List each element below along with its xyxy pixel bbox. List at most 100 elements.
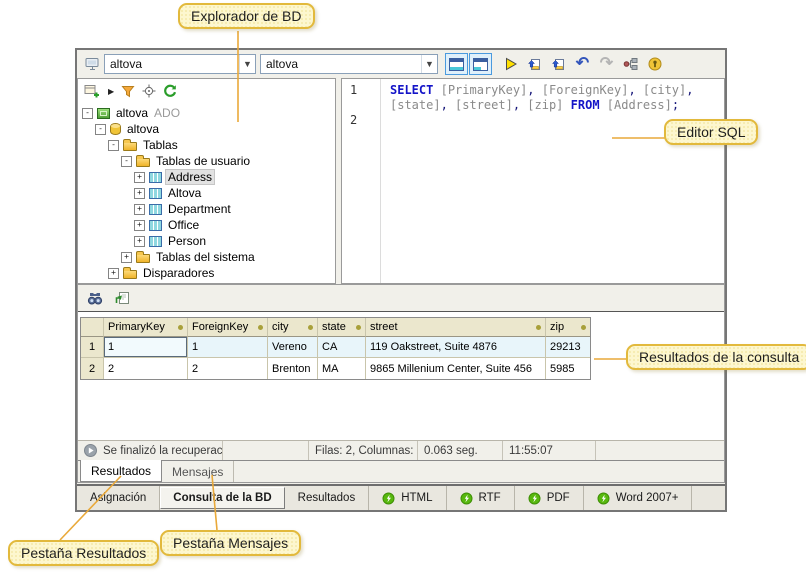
line-number: 1 xyxy=(350,83,358,97)
status-rows-cols: Filas: 2, Columnas: 6 xyxy=(309,441,418,460)
tree-item-label: altova xyxy=(116,106,149,120)
tree-expander-icon[interactable]: - xyxy=(121,155,132,167)
status-filler xyxy=(596,441,724,460)
preview-icon xyxy=(460,492,473,505)
combo-arrow-icon[interactable]: ▼ xyxy=(239,55,255,73)
grid-cell[interactable]: 119 Oakstreet, Suite 4876 xyxy=(366,337,546,358)
grid-cell[interactable]: CA xyxy=(318,337,366,358)
column-header-label: street xyxy=(370,321,398,333)
column-header-primarykey[interactable]: PrimaryKey xyxy=(104,318,188,337)
row-number[interactable]: 1 xyxy=(81,337,104,358)
tree-item-person[interactable]: + Person xyxy=(78,233,335,249)
tree-item-altova[interactable]: - altova xyxy=(78,121,335,137)
tree-expander-icon[interactable]: + xyxy=(121,251,132,263)
callout-pestana-mensajes: Pestaña Mensajes xyxy=(160,530,302,556)
tree-item-tablas-de-usuario[interactable]: - Tablas de usuario xyxy=(78,153,335,169)
tab-word-2007[interactable]: Word 2007+ xyxy=(584,486,693,510)
tab-html[interactable]: HTML xyxy=(369,486,447,510)
grid-cell[interactable]: Brenton xyxy=(268,358,318,379)
table-icon xyxy=(149,171,162,183)
redo-button[interactable]: ↷ xyxy=(595,53,618,75)
layout-toggle-2-button[interactable] xyxy=(469,53,492,75)
tab-rtf[interactable]: RTF xyxy=(447,486,515,510)
tree-expander-icon[interactable]: + xyxy=(134,203,145,215)
grid-corner-cell xyxy=(81,318,104,337)
column-menu-dot-icon[interactable] xyxy=(308,324,313,330)
more-arrow-icon[interactable]: ▶ xyxy=(108,87,114,96)
tree-item-office[interactable]: + Office xyxy=(78,217,335,233)
column-menu-dot-icon[interactable] xyxy=(356,324,361,330)
tree-item-disparadores[interactable]: + Disparadores xyxy=(78,265,335,281)
database-combobox[interactable]: altova ▼ xyxy=(260,54,438,74)
sql-editor-pane[interactable]: 1 SELECT [PrimaryKey], [ForeignKey], [ci… xyxy=(341,78,725,284)
commit-button[interactable] xyxy=(619,53,642,75)
grid-cell[interactable]: MA xyxy=(318,358,366,379)
tab-pdf[interactable]: PDF xyxy=(515,486,584,510)
grid-cell[interactable]: 2 xyxy=(104,358,188,379)
grid-cell[interactable]: 1 xyxy=(188,337,268,358)
tree-item-department[interactable]: + Department xyxy=(78,201,335,217)
export-button[interactable] xyxy=(115,291,130,305)
grid-cell[interactable]: 29213 xyxy=(546,337,590,358)
combo-arrow-icon[interactable]: ▼ xyxy=(421,55,437,73)
column-header-state[interactable]: state xyxy=(318,318,366,337)
folder-icon xyxy=(136,251,150,263)
preview-icon xyxy=(597,492,610,505)
lock-button[interactable] xyxy=(643,53,666,75)
tree-expander-icon[interactable]: + xyxy=(134,219,145,231)
tab-resultados-doc[interactable]: Resultados xyxy=(285,486,370,510)
main-split: ▶ - altova ADO - altova - Tablas - Tablas de usu… xyxy=(77,78,725,284)
layout-toggle-1-button[interactable] xyxy=(445,53,468,75)
add-datasource-button[interactable] xyxy=(84,84,101,98)
document-tabs-bar: Asignación Consulta de la BD Resultados … xyxy=(77,484,725,510)
tree-item-address[interactable]: + Address xyxy=(78,169,335,185)
tree-item-altova[interactable]: + Altova xyxy=(78,185,335,201)
tree-expander-icon[interactable]: - xyxy=(82,107,93,119)
sql-statement[interactable]: SELECT [PrimaryKey], [ForeignKey], [city… xyxy=(380,83,724,113)
column-menu-dot-icon[interactable] xyxy=(258,324,263,330)
find-button[interactable] xyxy=(87,292,103,305)
tree-expander-icon[interactable]: - xyxy=(95,123,106,135)
tree-expander-icon[interactable]: - xyxy=(108,139,119,151)
grid-cell[interactable]: 5985 xyxy=(546,358,590,379)
column-menu-dot-icon[interactable] xyxy=(581,324,586,330)
tree-expander-icon[interactable]: + xyxy=(108,267,119,279)
undo-button[interactable]: ↶ xyxy=(571,53,594,75)
tab-resultados[interactable]: Resultados xyxy=(80,460,163,482)
grid-cell[interactable]: 9865 Millenium Center, Suite 456 xyxy=(366,358,546,379)
tab-consulta-de-la-bd[interactable]: Consulta de la BD xyxy=(160,487,285,509)
grid-cell[interactable]: 2 xyxy=(188,358,268,379)
locate-button[interactable] xyxy=(142,84,156,98)
column-menu-dot-icon[interactable] xyxy=(178,324,183,330)
grid-cell[interactable]: Vereno xyxy=(268,337,318,358)
column-menu-dot-icon[interactable] xyxy=(536,324,541,330)
tree-item-tablas[interactable]: - Tablas xyxy=(78,137,335,153)
refresh-button[interactable] xyxy=(163,84,177,98)
execute-for-file-button[interactable] xyxy=(523,53,546,75)
tree-item-label: Disparadores xyxy=(143,266,215,280)
column-header-foreignkey[interactable]: ForeignKey xyxy=(188,318,268,337)
data-source-combobox[interactable]: altova ▼ xyxy=(104,54,256,74)
tree-item-label: Person xyxy=(168,234,207,248)
column-header-city[interactable]: city xyxy=(268,318,318,337)
tab-asignacion[interactable]: Asignación xyxy=(77,486,161,510)
gutter-separator xyxy=(380,79,381,283)
tree-item-altova[interactable]: - altova ADO xyxy=(78,105,335,121)
tab-mensajes[interactable]: Mensajes xyxy=(162,461,235,482)
grid-cell[interactable]: 1 xyxy=(104,337,188,358)
callout-editor-sql: Editor SQL xyxy=(664,119,759,145)
tree-expander-icon[interactable]: + xyxy=(134,187,145,199)
run-query-button[interactable] xyxy=(499,53,522,75)
tree-item-tablas-del-sistema[interactable]: + Tablas del sistema xyxy=(78,249,335,265)
grid-header-row: PrimaryKey ForeignKey city state street zip xyxy=(81,318,590,337)
callout-pestana-resultados: Pestaña Resultados xyxy=(8,540,160,566)
row-number[interactable]: 2 xyxy=(81,358,104,379)
preview-icon xyxy=(382,492,395,505)
column-header-zip[interactable]: zip xyxy=(546,318,590,337)
filter-button[interactable] xyxy=(121,85,135,98)
execute-update-button[interactable] xyxy=(547,53,570,75)
tree-expander-icon[interactable]: + xyxy=(134,171,145,183)
column-header-street[interactable]: street xyxy=(366,318,546,337)
results-grid: PrimaryKey ForeignKey city state street zip 1 1… xyxy=(80,317,591,380)
tree-expander-icon[interactable]: + xyxy=(134,235,145,247)
